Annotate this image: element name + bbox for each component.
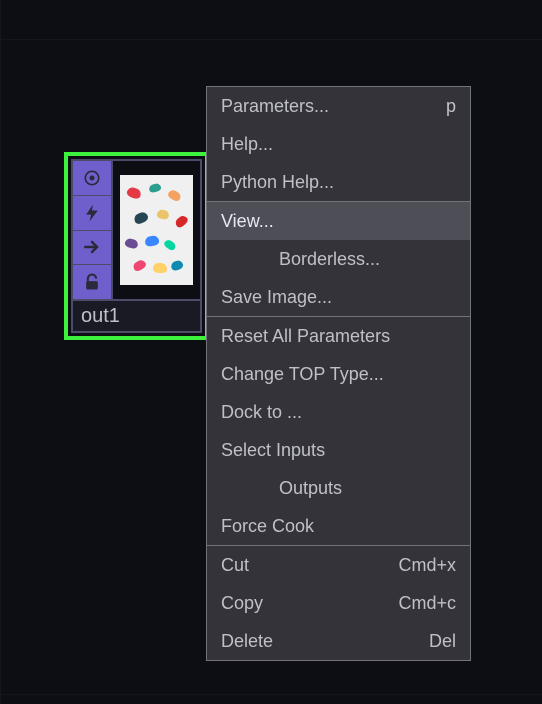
menu-item-shortcut: p xyxy=(446,96,456,117)
menu-item-shortcut: Cmd+x xyxy=(398,555,456,576)
menu-item-label: Dock to ... xyxy=(221,402,302,423)
lock-flag[interactable] xyxy=(73,265,111,299)
node-name-text: out1 xyxy=(81,305,120,328)
node-name-label[interactable]: out1 xyxy=(71,301,202,333)
menu-item-parameters[interactable]: Parameters... p xyxy=(207,87,470,125)
target-icon xyxy=(82,168,102,188)
menu-item-save-image[interactable]: Save Image... xyxy=(207,278,470,316)
menu-item-reset-all-parameters[interactable]: Reset All Parameters xyxy=(207,317,470,355)
menu-item-copy[interactable]: Copy Cmd+c xyxy=(207,584,470,622)
clone-immune-flag[interactable] xyxy=(73,231,111,266)
menu-item-label: Copy xyxy=(221,593,263,614)
menu-item-change-top-type[interactable]: Change TOP Type... xyxy=(207,355,470,393)
menu-item-label: Select Inputs xyxy=(221,440,325,461)
menu-item-cut[interactable]: Cut Cmd+x xyxy=(207,546,470,584)
node-thumbnail[interactable] xyxy=(113,159,202,301)
menu-item-label: Reset All Parameters xyxy=(221,326,390,347)
menu-item-help[interactable]: Help... xyxy=(207,125,470,163)
viewer-flag[interactable] xyxy=(73,161,111,196)
lightning-icon xyxy=(82,203,102,223)
menu-item-shortcut: Del xyxy=(429,631,456,652)
menu-item-select-inputs[interactable]: Select Inputs xyxy=(207,431,470,469)
thumbnail-image xyxy=(120,175,194,285)
lock-open-icon xyxy=(82,272,102,292)
arrow-right-icon xyxy=(82,237,102,257)
node-body xyxy=(71,159,202,301)
menu-item-label: View... xyxy=(221,211,274,232)
grid-line xyxy=(0,694,542,695)
bypass-flag[interactable] xyxy=(73,196,111,231)
grid-line xyxy=(0,39,542,40)
menu-item-delete[interactable]: Delete Del xyxy=(207,622,470,660)
menu-item-shortcut: Cmd+c xyxy=(398,593,456,614)
menu-item-label: Change TOP Type... xyxy=(221,364,384,385)
menu-item-force-cook[interactable]: Force Cook xyxy=(207,507,470,545)
node-context-menu: Parameters... p Help... Python Help... V… xyxy=(206,86,471,661)
node-flag-column xyxy=(71,159,113,301)
menu-item-outputs[interactable]: Outputs xyxy=(207,469,470,507)
menu-item-borderless[interactable]: Borderless... xyxy=(207,240,470,278)
menu-item-label: Outputs xyxy=(279,478,342,499)
menu-item-label: Cut xyxy=(221,555,249,576)
menu-item-label: Save Image... xyxy=(221,287,332,308)
menu-item-label: Python Help... xyxy=(221,172,334,193)
grid-line xyxy=(0,0,1,704)
menu-item-label: Help... xyxy=(221,134,273,155)
menu-item-label: Delete xyxy=(221,631,273,652)
menu-item-label: Parameters... xyxy=(221,96,329,117)
top-node-out1[interactable]: out1 xyxy=(64,152,209,340)
menu-item-label: Borderless... xyxy=(279,249,380,270)
menu-item-python-help[interactable]: Python Help... xyxy=(207,163,470,201)
menu-item-view[interactable]: View... xyxy=(207,202,470,240)
menu-item-label: Force Cook xyxy=(221,516,314,537)
menu-item-dock-to[interactable]: Dock to ... xyxy=(207,393,470,431)
